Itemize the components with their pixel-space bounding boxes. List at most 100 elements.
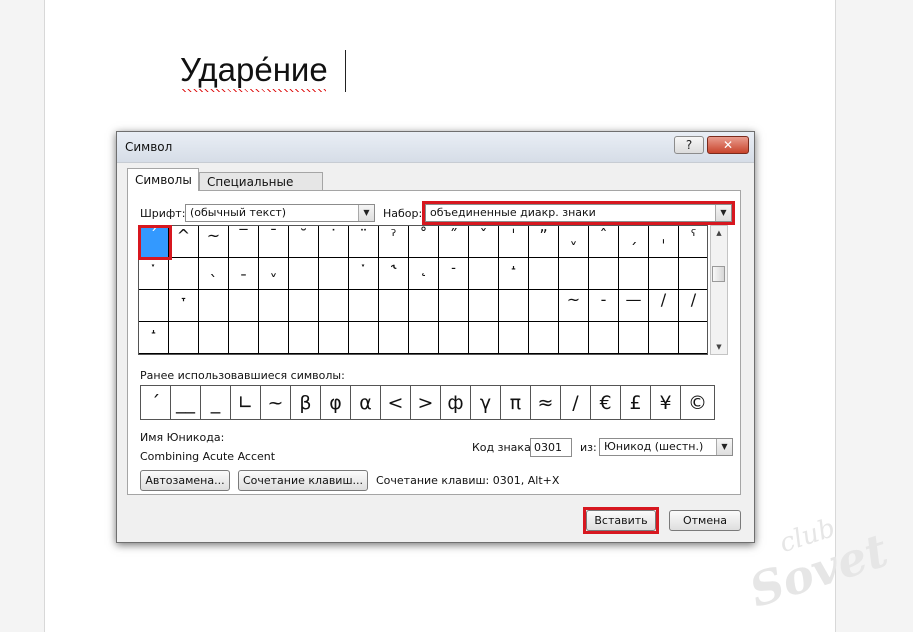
recent-symbol-cell[interactable]: €: [591, 386, 621, 419]
symbol-cell[interactable]: ˀ: [379, 226, 409, 258]
symbol-cell[interactable]: ˙: [319, 226, 349, 258]
symbol-cell[interactable]: [259, 290, 289, 322]
symbol-cell[interactable]: ˁ: [679, 226, 707, 258]
symbol-cell[interactable]: ˕: [169, 290, 199, 322]
symbol-cell[interactable]: ˮ: [529, 226, 559, 258]
symbol-cell[interactable]: [679, 258, 707, 290]
recent-symbol-cell[interactable]: £: [621, 386, 651, 419]
symbol-cell[interactable]: [259, 322, 289, 354]
recent-symbol-cell[interactable]: ˊ: [141, 386, 171, 419]
symbol-cell[interactable]: [139, 290, 169, 322]
symbol-cell[interactable]: [469, 290, 499, 322]
char-code-input[interactable]: 0301: [530, 438, 572, 457]
symbol-cell[interactable]: ¯: [259, 226, 289, 258]
symbol-cell[interactable]: [649, 322, 679, 354]
autocorrect-button[interactable]: Автозамена...: [140, 470, 230, 491]
symbol-cell[interactable]: ˈ: [499, 226, 529, 258]
recent-symbol-cell[interactable]: >: [411, 386, 441, 419]
symbol-cell[interactable]: /: [649, 290, 679, 322]
chevron-down-icon[interactable]: ▼: [716, 439, 732, 455]
symbol-cell[interactable]: [319, 258, 349, 290]
symbol-cell[interactable]: /: [679, 290, 707, 322]
symbol-cell[interactable]: [529, 290, 559, 322]
symbol-cell[interactable]: [619, 322, 649, 354]
symbol-cell[interactable]: [499, 290, 529, 322]
symbol-cell[interactable]: [529, 322, 559, 354]
symbol-cell[interactable]: ˌ: [649, 226, 679, 258]
symbol-cell[interactable]: [409, 322, 439, 354]
recent-symbol-cell[interactable]: ©: [681, 386, 714, 419]
symbol-cell[interactable]: ˘: [289, 226, 319, 258]
document-word[interactable]: Ударе́ние: [180, 50, 328, 92]
recent-symbol-cell[interactable]: _: [201, 386, 231, 419]
symbol-grid-scrollbar[interactable]: ▲ ▼: [710, 225, 728, 355]
symbol-cell[interactable]: [619, 258, 649, 290]
symbol-cell[interactable]: ‾: [229, 226, 259, 258]
recent-symbol-cell[interactable]: ∟: [231, 386, 261, 419]
symbol-cell[interactable]: [559, 258, 589, 290]
symbol-cell[interactable]: [469, 258, 499, 290]
recent-symbol-cell[interactable]: α: [351, 386, 381, 419]
symbol-cell[interactable]: ˑ: [139, 258, 169, 290]
tab-special-characters[interactable]: Специальные знаки: [199, 172, 323, 207]
symbol-cell[interactable]: ˍ: [229, 258, 259, 290]
symbol-cell[interactable]: ˔: [499, 258, 529, 290]
tab-symbols[interactable]: Символы: [127, 168, 199, 191]
symbol-cell[interactable]: ˗: [439, 258, 469, 290]
cancel-button[interactable]: Отмена: [669, 510, 741, 531]
symbol-cell[interactable]: —: [619, 290, 649, 322]
scroll-down-icon[interactable]: ▼: [711, 340, 727, 354]
symbol-cell[interactable]: ˞: [379, 258, 409, 290]
recent-symbol-cell[interactable]: φ: [321, 386, 351, 419]
symbol-cell[interactable]: [439, 322, 469, 354]
recent-symbol-cell[interactable]: /: [561, 386, 591, 419]
symbol-cell[interactable]: [679, 322, 707, 354]
symbol-cell[interactable]: ˬ: [559, 226, 589, 258]
chevron-down-icon[interactable]: ▼: [358, 205, 374, 221]
symbol-cell[interactable]: ^: [169, 226, 199, 258]
symbol-cell[interactable]: [169, 322, 199, 354]
symbol-cell[interactable]: ˚: [409, 226, 439, 258]
symbol-cell[interactable]: [589, 258, 619, 290]
symbol-cell[interactable]: [319, 290, 349, 322]
symbol-cell[interactable]: [199, 290, 229, 322]
symbol-cell[interactable]: [379, 322, 409, 354]
symbol-cell[interactable]: ˑ: [349, 258, 379, 290]
recent-symbol-cell[interactable]: π: [501, 386, 531, 419]
symbol-cell[interactable]: [349, 290, 379, 322]
recent-symbol-cell[interactable]: β: [291, 386, 321, 419]
recent-symbol-cell[interactable]: ~: [261, 386, 291, 419]
font-select[interactable]: (обычный текст) ▼: [185, 204, 375, 222]
symbol-cell[interactable]: [649, 258, 679, 290]
symbol-cell[interactable]: [349, 322, 379, 354]
symbol-cell[interactable]: ˎ: [199, 258, 229, 290]
symbol-cell[interactable]: ˏ: [619, 226, 649, 258]
recent-symbol-cell[interactable]: __: [171, 386, 201, 419]
symbol-cell[interactable]: [439, 290, 469, 322]
shortcut-key-button[interactable]: Сочетание клавиш...: [238, 470, 368, 491]
symbol-cell[interactable]: [199, 322, 229, 354]
recent-symbol-cell[interactable]: γ: [471, 386, 501, 419]
symbol-cell[interactable]: [379, 290, 409, 322]
dialog-titlebar[interactable]: Символ ? ✕: [117, 132, 754, 163]
symbol-cell[interactable]: [559, 322, 589, 354]
symbol-cell[interactable]: ~: [199, 226, 229, 258]
symbol-cell[interactable]: [229, 290, 259, 322]
symbol-cell[interactable]: ˔: [139, 322, 169, 354]
recent-symbol-cell[interactable]: ф: [441, 386, 471, 419]
recent-symbol-cell[interactable]: ¥: [651, 386, 681, 419]
recent-symbol-cell[interactable]: <: [381, 386, 411, 419]
symbol-cell[interactable]: [589, 322, 619, 354]
scroll-up-icon[interactable]: ▲: [711, 226, 727, 240]
symbol-cell[interactable]: [319, 322, 349, 354]
code-format-select[interactable]: Юникод (шестн.) ▼: [599, 438, 733, 456]
symbol-cell[interactable]: [499, 322, 529, 354]
scrollbar-thumb[interactable]: [712, 266, 725, 282]
symbol-cell[interactable]: -: [589, 290, 619, 322]
close-icon[interactable]: ✕: [707, 136, 749, 154]
symbol-cell[interactable]: [169, 258, 199, 290]
symbol-cell[interactable]: ˝: [439, 226, 469, 258]
symbol-cell[interactable]: ˬ: [259, 258, 289, 290]
help-button[interactable]: ?: [674, 136, 704, 154]
symbol-cell[interactable]: [289, 258, 319, 290]
